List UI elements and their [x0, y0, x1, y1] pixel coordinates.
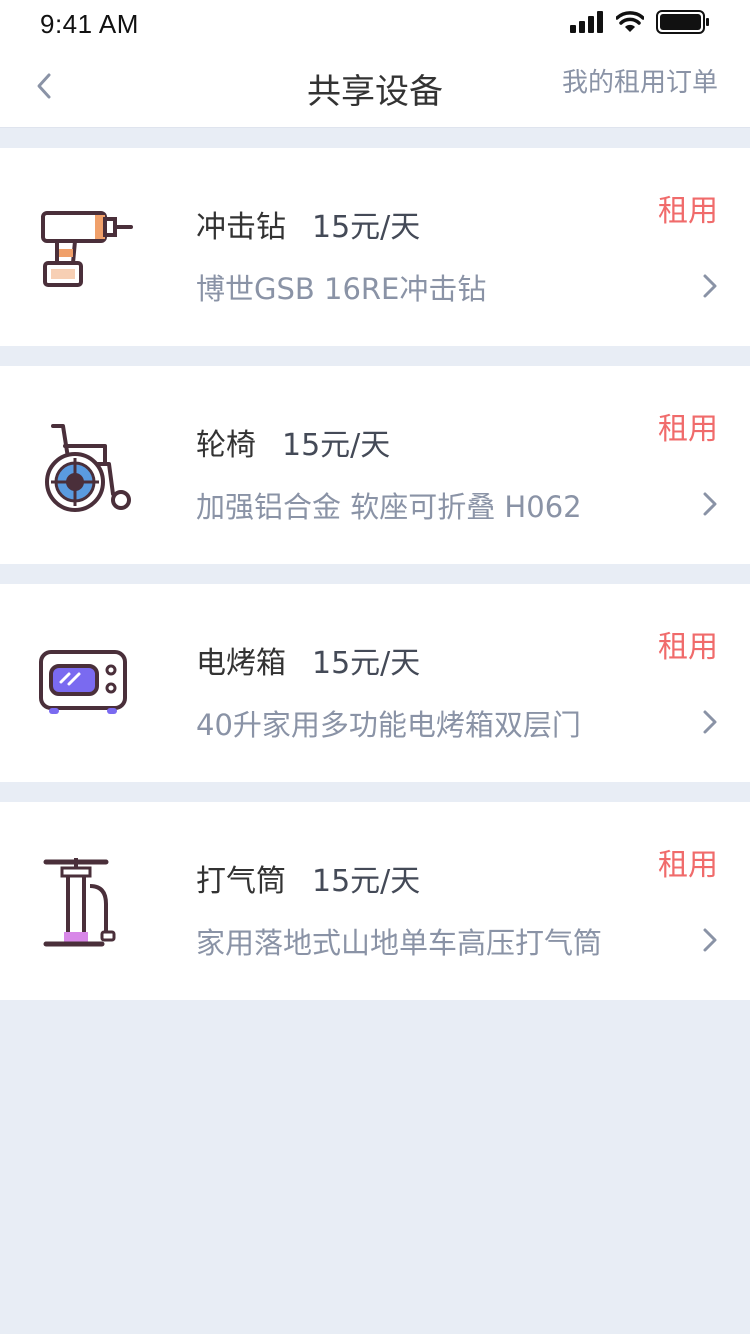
- item-price: 15元/天: [282, 428, 391, 463]
- my-rental-orders-link[interactable]: 我的租用订单: [562, 62, 718, 99]
- item-name: 打气筒: [196, 864, 286, 899]
- pump-icon: [30, 854, 140, 954]
- status-time: 9:41 AM: [40, 9, 139, 39]
- item-price: 15元/天: [312, 646, 421, 681]
- rent-button[interactable]: 租用: [658, 622, 718, 666]
- item-name: 冲击钻: [196, 210, 286, 245]
- equipment-list: 冲击钻 15元/天 博世GSB 16RE冲击钻 租用 轮椅 15元/天 加强铝合金 …: [0, 148, 750, 1020]
- item-name: 电烤箱: [196, 646, 286, 681]
- list-item[interactable]: 冲击钻 15元/天 博世GSB 16RE冲击钻 租用: [0, 148, 750, 346]
- item-description: 加强铝合金 软座可折叠 H062: [196, 490, 582, 524]
- drill-icon: [30, 200, 140, 300]
- rent-button[interactable]: 租用: [658, 404, 718, 448]
- rent-button[interactable]: 租用: [658, 840, 718, 884]
- item-name: 轮椅: [196, 428, 256, 463]
- chevron-right-icon: [703, 928, 717, 952]
- item-description: 家用落地式山地单车高压打气筒: [196, 926, 603, 960]
- item-title: 轮椅 15元/天: [196, 420, 390, 464]
- chevron-right-icon: [703, 274, 717, 298]
- item-title: 打气筒 15元/天: [196, 856, 420, 900]
- item-price: 15元/天: [312, 864, 421, 899]
- wifi-icon: [616, 11, 644, 32]
- list-item[interactable]: 打气筒 15元/天 家用落地式山地单车高压打气筒 租用: [0, 802, 750, 1000]
- list-item[interactable]: 轮椅 15元/天 加强铝合金 软座可折叠 H062 租用: [0, 366, 750, 564]
- item-description: 40升家用多功能电烤箱双层门: [196, 708, 581, 742]
- nav-bar: 共享设备 我的租用订单: [0, 44, 750, 128]
- item-description: 博世GSB 16RE冲击钻: [196, 272, 487, 306]
- wheelchair-icon: [30, 418, 140, 518]
- rent-button[interactable]: 租用: [658, 186, 718, 230]
- item-price: 15元/天: [312, 210, 421, 245]
- signal-icon: [570, 11, 603, 33]
- status-icons: [570, 10, 710, 34]
- list-item[interactable]: 电烤箱 15元/天 40升家用多功能电烤箱双层门 租用: [0, 584, 750, 782]
- status-bar: 9:41 AM: [0, 0, 750, 44]
- item-title: 电烤箱 15元/天: [196, 638, 420, 682]
- item-title: 冲击钻 15元/天: [196, 202, 420, 246]
- battery-icon: [656, 10, 709, 34]
- oven-icon: [30, 636, 140, 736]
- chevron-right-icon: [703, 710, 717, 734]
- chevron-right-icon: [703, 492, 717, 516]
